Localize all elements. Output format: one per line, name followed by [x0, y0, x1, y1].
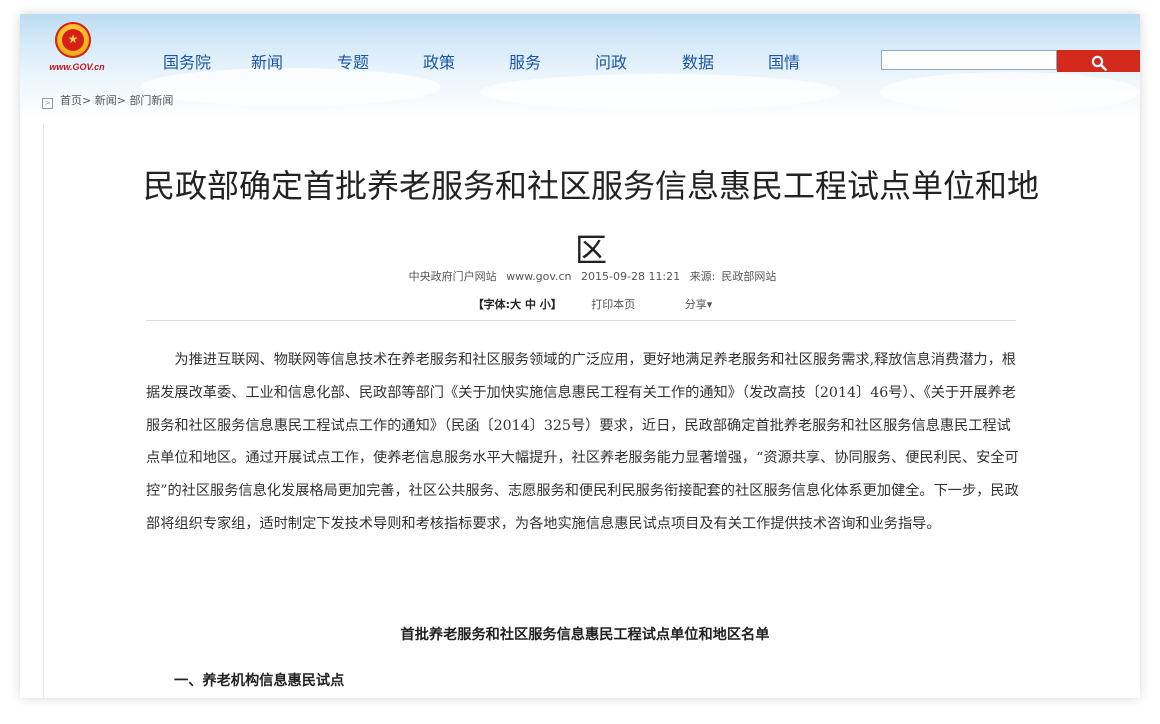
nav-item-state-council[interactable]: 国务院	[163, 52, 211, 74]
header-cloud-decoration	[880, 72, 1140, 112]
share-button[interactable]: 分享▾	[685, 298, 713, 311]
meta-source: 民政部网站	[721, 270, 777, 283]
nav-item-policy[interactable]: 政策	[423, 52, 455, 74]
font-size-label: 【字体:	[472, 298, 511, 311]
print-button[interactable]: 打印本页	[591, 298, 635, 311]
search-button[interactable]	[1057, 50, 1140, 72]
national-emblem-icon: ★	[55, 22, 91, 58]
breadcrumb-arrow-icon: >	[42, 98, 53, 109]
list-title: 首批养老服务和社区服务信息惠民工程试点单位和地区名单	[400, 627, 770, 643]
nav-item-news[interactable]: 新闻	[251, 52, 283, 74]
nav-item-national-info[interactable]: 国情	[768, 52, 800, 74]
meta-source-label: 来源:	[689, 270, 716, 283]
header-cloud-decoration	[480, 74, 840, 110]
logo-text: www.GOV.cn	[49, 62, 105, 72]
article-paragraph: 为推进互联网、物联网等信息技术在养老服务和社区服务领域的广泛应用，更好地满足养老…	[146, 352, 1019, 532]
breadcrumb-separator: >	[116, 94, 130, 107]
nav-item-inquiry[interactable]: 问政	[595, 52, 627, 74]
breadcrumb-separator: >	[82, 94, 95, 107]
search-input[interactable]	[881, 50, 1057, 70]
divider	[146, 320, 1016, 321]
nav-item-services[interactable]: 服务	[509, 52, 541, 74]
font-size-control: 【字体:大 中 小】	[473, 298, 562, 311]
site-header: ★ www.GOV.cn 国务院 新闻 专题 政策 服务 问政 数据 国情 > 首…	[20, 14, 1140, 122]
search-icon	[1091, 55, 1107, 71]
gov-logo[interactable]: ★ www.GOV.cn	[42, 22, 112, 78]
meta-source-site: 中央政府门户网站	[408, 270, 497, 283]
article-container: 民政部确定首批养老服务和社区服务信息惠民工程试点单位和地区 中央政府门户网站 w…	[43, 124, 1140, 698]
font-small-button[interactable]: 小	[540, 298, 551, 311]
nav-item-topics[interactable]: 专题	[337, 52, 369, 74]
article-title: 民政部确定首批养老服务和社区服务信息惠民工程试点单位和地区	[142, 167, 1039, 269]
breadcrumb-home[interactable]: 首页	[60, 94, 82, 107]
font-large-button[interactable]: 大	[510, 298, 521, 311]
breadcrumb: > 首页> 新闻> 部门新闻	[42, 92, 173, 109]
font-size-bracket: 】	[550, 298, 562, 311]
breadcrumb-news[interactable]: 新闻	[95, 94, 117, 107]
nav-item-data[interactable]: 数据	[682, 52, 714, 74]
section-title: 一、养老机构信息惠民试点	[174, 673, 345, 689]
article-meta: 中央政府门户网站 www.gov.cn 2015-09-28 11:21 来源:…	[44, 268, 1140, 284]
breadcrumb-dept-news[interactable]: 部门新闻	[129, 94, 173, 107]
article-body: 为推进互联网、物联网等信息技术在养老服务和社区服务领域的广泛应用，更好地满足养老…	[146, 344, 1024, 541]
meta-datetime: 2015-09-28 11:21	[581, 270, 681, 283]
article-tools: 【字体:大 中 小】 打印本页 分享▾	[44, 296, 1140, 312]
meta-domain: www.gov.cn	[506, 270, 572, 283]
font-medium-button[interactable]: 中	[525, 298, 536, 311]
browser-page: ★ www.GOV.cn 国务院 新闻 专题 政策 服务 问政 数据 国情 > 首…	[20, 14, 1140, 698]
